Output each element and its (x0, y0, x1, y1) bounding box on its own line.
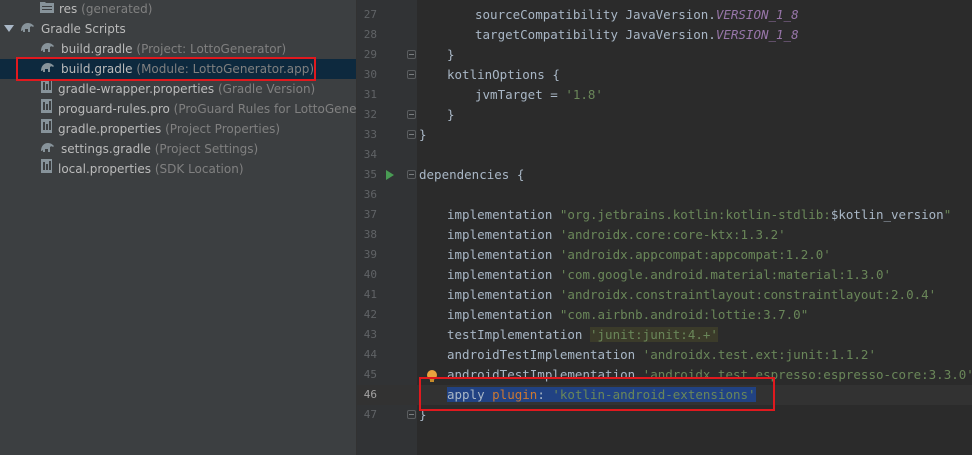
code-line-44: androidTestImplementation 'androidx.test… (447, 347, 876, 362)
code-line-42: implementation "com.airbnb.android:lotti… (447, 307, 809, 322)
code-line-27: sourceCompatibility JavaVersion.VERSION_… (475, 7, 799, 22)
line-number: 38 (363, 228, 377, 241)
tree-item-local-properties[interactable]: local.properties (SDK Location) (40, 158, 244, 179)
tree-item-build-gradle-project[interactable]: build.gradle (Project: LottoGenerator) (40, 39, 286, 59)
line-number: 40 (363, 268, 377, 281)
code-line-37: implementation "org.jetbrains.kotlin:kot… (447, 207, 952, 222)
properties-file-icon (40, 118, 53, 139)
line-number: 43 (363, 328, 377, 341)
tree-item-proguard-rules[interactable]: proguard-rules.pro (ProGuard Rules for L… (40, 98, 357, 119)
fold-marker-icon[interactable] (407, 110, 416, 119)
line-number: 47 (363, 408, 377, 421)
line-number: 30 (363, 68, 377, 81)
line-number: 32 (363, 108, 377, 121)
fold-marker-icon[interactable] (407, 50, 416, 59)
line-number: 41 (363, 288, 377, 301)
fold-marker-icon[interactable] (407, 170, 416, 179)
code-line-28: targetCompatibility JavaVersion.VERSION_… (475, 27, 799, 42)
fold-marker-icon[interactable] (407, 70, 416, 79)
line-number: 33 (363, 128, 377, 141)
tree-item-settings-gradle[interactable]: settings.gradle (Project Settings) (40, 139, 258, 159)
fold-marker-icon[interactable] (407, 410, 416, 419)
code-line-33: } (419, 127, 427, 142)
line-number: 29 (363, 48, 377, 61)
tree-item-gradle-wrapper-properties[interactable]: gradle-wrapper.properties (Gradle Versio… (40, 78, 315, 99)
properties-file-icon (40, 98, 53, 119)
line-number: 39 (363, 248, 377, 261)
line-number: 31 (363, 88, 377, 101)
line-number: 45 (363, 368, 377, 381)
properties-file-icon (40, 158, 53, 179)
chevron-down-icon[interactable] (4, 25, 14, 32)
code-line-32: } (447, 107, 455, 122)
code-line-31: jvmTarget = '1.8' (475, 87, 603, 102)
highlight-box-tree (16, 57, 316, 81)
line-number: 27 (363, 8, 377, 21)
line-number: 35 (363, 168, 377, 181)
gradle-icon (20, 19, 36, 39)
code-line-39: implementation 'androidx.appcompat:appco… (447, 247, 831, 262)
line-number: 42 (363, 308, 377, 321)
line-number: 44 (363, 348, 377, 361)
tree-item-res[interactable]: res (generated) (40, 0, 152, 19)
tree-item-gradle-properties[interactable]: gradle.properties (Project Properties) (40, 118, 280, 139)
folder-icon (40, 0, 54, 19)
code-line-38: implementation 'androidx.core:core-ktx:1… (447, 227, 786, 242)
line-number: 37 (363, 208, 377, 221)
tree-item-gradle-scripts[interactable]: Gradle Scripts (4, 19, 126, 39)
code-line-30: kotlinOptions { (447, 67, 560, 82)
code-line-43: testImplementation 'junit:junit:4.+' (447, 327, 718, 342)
code-line-40: implementation 'com.google.android.mater… (447, 267, 892, 282)
gradle-icon (40, 39, 56, 59)
line-number: 34 (363, 148, 377, 161)
properties-file-icon (40, 78, 53, 99)
gradle-icon (40, 139, 56, 159)
line-number: 36 (363, 188, 377, 201)
code-line-41: implementation 'androidx.constraintlayou… (447, 287, 937, 302)
highlight-box-code (419, 377, 775, 411)
line-number-current: 46 (363, 388, 377, 401)
code-line-29: } (447, 47, 455, 62)
line-number: 28 (363, 28, 377, 41)
fold-marker-icon[interactable] (407, 130, 416, 139)
run-icon[interactable] (386, 170, 394, 180)
code-line-35: dependencies { (419, 167, 525, 182)
